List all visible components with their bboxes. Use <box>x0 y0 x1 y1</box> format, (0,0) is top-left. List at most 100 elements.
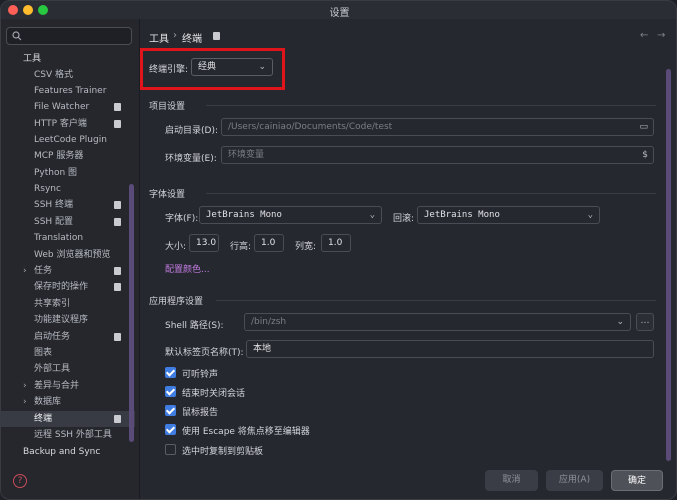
fallback-label: 回滚: <box>393 214 415 224</box>
fallback-value: JetBrains Mono <box>424 210 500 220</box>
sidebar-item-features-trainer[interactable]: Features Trainer <box>1 83 135 99</box>
pin-icon <box>114 201 121 209</box>
env-input[interactable]: 环境变量 $ <box>221 146 654 164</box>
line-height-label: 行高: <box>230 242 252 252</box>
divider <box>206 193 656 194</box>
sidebar-item-tools[interactable]: 工具 <box>1 51 135 67</box>
env-label: 环境变量(E): <box>165 154 217 164</box>
sidebar-item-leetcode[interactable]: LeetCode Plugin <box>1 132 135 148</box>
fallback-font-select[interactable]: JetBrains Mono ⌄ <box>417 206 600 224</box>
sidebar-item-ssh-terminal[interactable]: SSH 终端 <box>1 197 135 213</box>
chevron-right-icon[interactable]: › <box>23 263 27 279</box>
chevron-down-icon: ⌄ <box>587 210 593 220</box>
copy-on-select-checkbox[interactable] <box>165 444 176 455</box>
mouse-reporting-checkbox[interactable] <box>165 405 176 416</box>
sidebar-item-actions-on-save[interactable]: 保存时的操作 <box>1 279 135 295</box>
sidebar-item-mcp-server[interactable]: MCP 服务器 <box>1 148 135 164</box>
breadcrumb-separator: › <box>173 30 177 41</box>
sidebar-item-remote-ssh-tools[interactable]: 远程 SSH 外部工具 <box>1 427 135 443</box>
chevron-down-icon[interactable]: ⌄ <box>616 314 624 330</box>
tab-name-input[interactable]: 本地 <box>246 340 654 358</box>
project-settings-title: 项目设置 <box>149 102 186 112</box>
pin-icon <box>114 103 121 111</box>
sidebar-item-diff-merge[interactable]: › 差异与合并 <box>1 378 135 394</box>
cancel-button[interactable]: 取消 <box>485 470 538 491</box>
audible-bell-checkbox[interactable] <box>165 367 176 378</box>
close-on-exit-label: 结束时关闭会话 <box>182 389 246 399</box>
content-scrollbar[interactable] <box>666 69 671 461</box>
breadcrumb-parent[interactable]: 工具 <box>149 30 169 45</box>
pin-icon <box>114 415 121 423</box>
title-bar: 设置 <box>1 1 676 19</box>
sidebar-item-diagrams[interactable]: 图表 <box>1 345 135 361</box>
sidebar-item-shared-indexes[interactable]: 共享索引 <box>1 296 135 312</box>
help-icon[interactable]: ? <box>13 474 27 488</box>
shell-path-value: /bin/zsh <box>251 317 287 327</box>
pin-icon <box>114 283 121 291</box>
sidebar-scrollbar[interactable] <box>129 184 134 442</box>
pin-icon <box>114 333 121 341</box>
sidebar-item-tasks[interactable]: › 任务 <box>1 263 135 279</box>
folder-icon[interactable]: ▭ <box>639 119 648 135</box>
back-arrow-icon[interactable]: ← <box>640 30 648 41</box>
font-value: JetBrains Mono <box>206 210 282 220</box>
highlight-annotation <box>140 48 285 90</box>
close-on-exit-checkbox[interactable] <box>165 386 176 397</box>
start-dir-label: 启动目录(D): <box>165 126 218 136</box>
font-label: 字体(F): <box>165 214 199 224</box>
sidebar-item-web-browsers[interactable]: Web 浏览器和预览 <box>1 247 135 263</box>
start-dir-value: /Users/cainiao/Documents/Code/test <box>228 122 393 132</box>
escape-focus-label: 使用 Escape 将焦点移至编辑器 <box>182 427 310 437</box>
sidebar-item-database[interactable]: › 数据库 <box>1 394 135 410</box>
settings-search-input[interactable] <box>6 27 132 45</box>
sidebar-item-rsync[interactable]: Rsync <box>1 181 135 197</box>
chevron-right-icon[interactable]: › <box>23 394 27 410</box>
env-placeholder: 环境变量 <box>228 150 265 160</box>
line-height-input[interactable]: 1.0 <box>254 234 284 252</box>
divider <box>216 300 656 301</box>
font-select[interactable]: JetBrains Mono ⌄ <box>199 206 382 224</box>
col-width-label: 列宽: <box>295 242 317 252</box>
sidebar-item-file-watcher[interactable]: File Watcher <box>1 99 135 115</box>
sidebar-item-feature-suggester[interactable]: 功能建议程序 <box>1 312 135 328</box>
search-icon <box>12 31 22 41</box>
sidebar-item-backup-sync[interactable]: Backup and Sync <box>1 444 135 460</box>
window-title: 设置 <box>329 8 350 19</box>
settings-sidebar: 工具 CSV 格式 Features Trainer File Watcher … <box>1 19 140 499</box>
sidebar-item-terminal[interactable]: 终端 <box>1 411 135 427</box>
browse-shell-button[interactable]: … <box>636 313 654 331</box>
col-width-input[interactable]: 1.0 <box>321 234 351 252</box>
forward-arrow-icon[interactable]: → <box>657 30 665 41</box>
ok-button[interactable]: 确定 <box>611 470 663 491</box>
start-dir-input[interactable]: /Users/cainiao/Documents/Code/test ▭ <box>221 118 654 136</box>
app-settings-title: 应用程序设置 <box>149 297 204 307</box>
sidebar-item-python-diagram[interactable]: Python 图 <box>1 165 135 181</box>
pin-icon <box>114 267 121 275</box>
pin-icon <box>213 32 220 40</box>
escape-focus-checkbox[interactable] <box>165 424 176 435</box>
breadcrumb-current: 终端 <box>182 34 202 45</box>
dollar-icon[interactable]: $ <box>642 147 648 163</box>
shell-path-input[interactable]: /bin/zsh ⌄ <box>244 313 631 331</box>
sidebar-item-translation[interactable]: Translation <box>1 230 135 246</box>
sidebar-item-http-client[interactable]: HTTP 客户端 <box>1 116 135 132</box>
apply-button[interactable]: 应用(A) <box>546 470 603 491</box>
copy-on-select-label: 选中时复制到剪贴板 <box>182 447 264 457</box>
settings-window: 设置 工具 CSV 格式 Features Trainer File Watch… <box>0 0 677 500</box>
chevron-right-icon[interactable]: › <box>23 378 27 394</box>
pin-icon <box>114 120 121 128</box>
tab-name-label: 默认标签页名称(T): <box>165 348 244 358</box>
divider <box>206 105 656 106</box>
audible-bell-label: 可听铃声 <box>182 370 219 380</box>
sidebar-item-ssh-config[interactable]: SSH 配置 <box>1 214 135 230</box>
font-settings-title: 字体设置 <box>149 190 186 200</box>
shell-path-label: Shell 路径(S): <box>165 321 224 331</box>
size-input[interactable]: 13.0 <box>189 234 219 252</box>
sidebar-item-startup-tasks[interactable]: 启动任务 <box>1 329 135 345</box>
pin-icon <box>114 218 121 226</box>
size-label: 大小: <box>165 242 187 252</box>
sidebar-item-csv[interactable]: CSV 格式 <box>1 67 135 83</box>
mouse-reporting-label: 鼠标报告 <box>182 408 219 418</box>
configure-colors-link[interactable]: 配置颜色... <box>165 262 210 275</box>
sidebar-item-external-tools[interactable]: 外部工具 <box>1 361 135 377</box>
